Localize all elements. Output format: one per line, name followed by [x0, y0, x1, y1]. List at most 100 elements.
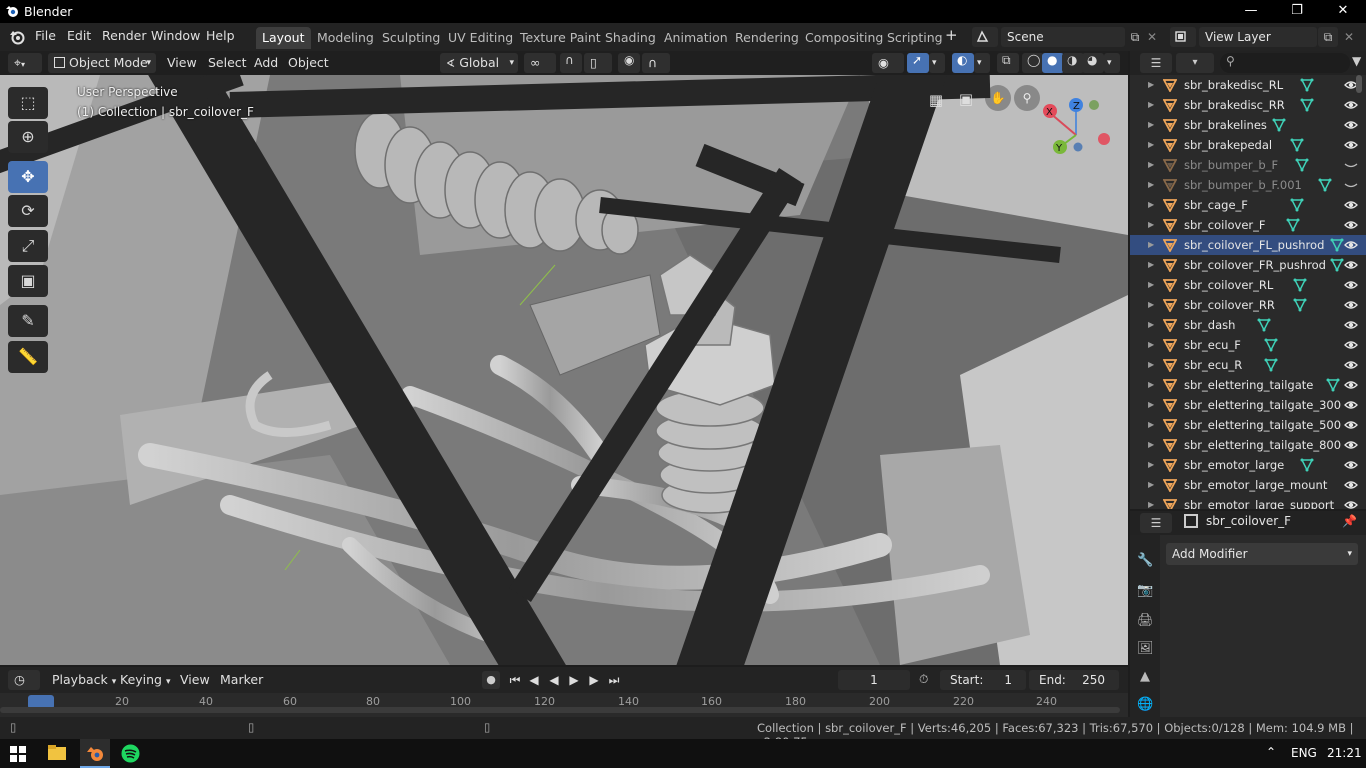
- jump-start-button[interactable]: ⏮: [506, 671, 524, 689]
- outliner-row[interactable]: ▶ sbr_coilover_FL_pushrod: [1130, 235, 1366, 255]
- outliner-row[interactable]: ▶ sbr_cage_F: [1130, 195, 1366, 215]
- toggle-camera-view-grid-icon[interactable]: ▦: [925, 89, 947, 111]
- file-explorer-icon[interactable]: [47, 744, 67, 762]
- eye-icon[interactable]: [1344, 458, 1358, 472]
- snap-target-dropdown[interactable]: ▯: [584, 53, 612, 73]
- proportional-editing-toggle[interactable]: ◉: [618, 53, 640, 73]
- transform-orientation-dropdown[interactable]: ∢ Global ▾: [440, 53, 518, 73]
- overlays-dropdown[interactable]: ▾: [974, 53, 990, 73]
- expand-triangle-icon[interactable]: ▶: [1148, 95, 1154, 115]
- outliner-row[interactable]: ▶ sbr_emotor_large_support: [1130, 495, 1366, 509]
- outliner-row[interactable]: ▶ sbr_elettering_tailgate_300: [1130, 395, 1366, 415]
- taskbar-clock[interactable]: 21:21: [1327, 746, 1362, 760]
- expand-triangle-icon[interactable]: ▶: [1148, 135, 1154, 155]
- expand-triangle-icon[interactable]: ▶: [1148, 355, 1154, 375]
- eye-icon[interactable]: [1344, 198, 1358, 212]
- input-language-indicator[interactable]: ENG: [1291, 746, 1317, 760]
- mesh-data-icon[interactable]: [1257, 318, 1271, 332]
- add-workspace-plus-icon[interactable]: +: [945, 26, 958, 44]
- tab-rendering[interactable]: Rendering: [729, 27, 805, 49]
- camera-view-icon[interactable]: ▣: [954, 87, 978, 111]
- eye-icon[interactable]: [1344, 478, 1358, 492]
- render-camera-tab-icon[interactable]: 📷: [1137, 583, 1153, 599]
- expand-triangle-icon[interactable]: ▶: [1148, 115, 1154, 135]
- mesh-data-icon[interactable]: [1330, 258, 1344, 272]
- 3d-viewport[interactable]: User Perspective (1) Collection | sbr_co…: [0, 75, 1128, 665]
- expand-triangle-icon[interactable]: ▶: [1148, 75, 1154, 95]
- navigation-axis-gizmo[interactable]: Z X Y: [1040, 95, 1112, 159]
- mesh-data-icon[interactable]: [1330, 238, 1344, 252]
- timeline-marker-menu[interactable]: Marker: [216, 670, 267, 690]
- windows-start-icon[interactable]: [10, 746, 26, 762]
- tab-compositing[interactable]: Compositing: [799, 27, 889, 49]
- expand-triangle-icon[interactable]: ▶: [1148, 215, 1154, 235]
- properties-editor-type-button[interactable]: ☰: [1140, 513, 1172, 533]
- eye-icon[interactable]: [1344, 238, 1358, 252]
- mesh-data-icon[interactable]: [1293, 298, 1307, 312]
- eye-icon[interactable]: [1344, 118, 1358, 132]
- new-view-layer-copy-icon[interactable]: ⧉: [1318, 27, 1338, 47]
- eye-icon[interactable]: [1344, 398, 1358, 412]
- mesh-data-icon[interactable]: [1318, 178, 1332, 192]
- mesh-data-icon[interactable]: [1300, 458, 1314, 472]
- menu-add[interactable]: Add: [250, 53, 282, 73]
- menu-window[interactable]: Window: [151, 28, 200, 43]
- delete-view-layer-x-icon[interactable]: ✕: [1342, 27, 1356, 47]
- move-tool[interactable]: ✥: [8, 161, 48, 193]
- eye-icon[interactable]: [1344, 298, 1358, 312]
- next-keyframe-button[interactable]: ▶: [585, 671, 603, 689]
- start-frame-field[interactable]: Start: 1: [940, 670, 1026, 690]
- scale-tool[interactable]: ⤢: [8, 230, 48, 262]
- mesh-data-icon[interactable]: [1300, 78, 1314, 92]
- eye-icon[interactable]: [1344, 98, 1358, 112]
- eye-icon[interactable]: [1344, 378, 1358, 392]
- eye-closed-icon[interactable]: [1344, 158, 1358, 172]
- minimize-button[interactable]: —: [1228, 0, 1274, 23]
- outliner-view-dropdown[interactable]: ▾: [1176, 53, 1214, 73]
- output-printer-tab-icon[interactable]: 🖨: [1137, 613, 1154, 629]
- spotify-icon[interactable]: [121, 744, 140, 763]
- maximize-button[interactable]: ❐: [1274, 0, 1320, 23]
- wireframe-shading-button[interactable]: ◯: [1022, 53, 1044, 73]
- snap-toggle[interactable]: ∩: [560, 53, 582, 73]
- new-scene-copy-icon[interactable]: ⧉: [1126, 27, 1144, 47]
- prev-keyframe-button[interactable]: ◀: [525, 671, 543, 689]
- play-button[interactable]: ▶: [565, 671, 583, 689]
- cursor-tool[interactable]: ⊕: [8, 121, 48, 153]
- expand-triangle-icon[interactable]: ▶: [1148, 435, 1154, 455]
- mesh-data-icon[interactable]: [1290, 198, 1304, 212]
- expand-triangle-icon[interactable]: ▶: [1148, 495, 1154, 509]
- xray-toggle[interactable]: ⧉: [997, 53, 1019, 73]
- overlays-toggle[interactable]: ◐: [952, 53, 974, 73]
- eye-icon[interactable]: [1344, 338, 1358, 352]
- timeline-scrollbar[interactable]: [0, 707, 1120, 713]
- record-button[interactable]: ●: [482, 671, 500, 689]
- outliner-row[interactable]: ▶ sbr_brakedisc_RL: [1130, 75, 1366, 95]
- tool-wrench-tab-icon[interactable]: 🔧: [1137, 553, 1153, 569]
- mode-dropdown[interactable]: Object Mode ▾: [48, 53, 156, 73]
- delete-scene-x-icon[interactable]: ✕: [1145, 27, 1159, 47]
- timeline-editor-type-button[interactable]: ◷: [8, 670, 40, 690]
- mesh-data-icon[interactable]: [1272, 118, 1286, 132]
- view-layer-field[interactable]: View Layer: [1199, 27, 1317, 47]
- scene-tab-icon[interactable]: ▲: [1137, 669, 1153, 685]
- solid-shading-button[interactable]: ●: [1042, 53, 1064, 73]
- eye-icon[interactable]: [1344, 438, 1358, 452]
- pivot-point-dropdown[interactable]: ∞: [524, 53, 556, 73]
- outliner-row[interactable]: ▶ sbr_bumper_b_F.001: [1130, 175, 1366, 195]
- expand-triangle-icon[interactable]: ▶: [1148, 175, 1154, 195]
- gizmo-dropdown[interactable]: ▾: [929, 53, 945, 73]
- mesh-data-icon[interactable]: [1264, 338, 1278, 352]
- editor-type-button[interactable]: ⌖▾: [8, 53, 42, 73]
- expand-triangle-icon[interactable]: ▶: [1148, 335, 1154, 355]
- mesh-data-icon[interactable]: [1290, 138, 1304, 152]
- rotate-tool[interactable]: ⟳: [8, 195, 48, 227]
- outliner-row[interactable]: ▶ sbr_coilover_F: [1130, 215, 1366, 235]
- stopwatch-icon[interactable]: ⏱: [919, 672, 928, 687]
- timeline-frame-ruler[interactable]: 120406080100120140160180200220240: [0, 693, 1128, 717]
- tab-animation[interactable]: Animation: [658, 27, 734, 49]
- expand-triangle-icon[interactable]: ▶: [1148, 415, 1154, 435]
- outliner-row[interactable]: ▶ sbr_ecu_F: [1130, 335, 1366, 355]
- zoom-magnifier-icon[interactable]: ⚲: [1014, 85, 1040, 111]
- tab-texture-paint[interactable]: Texture Paint: [514, 27, 607, 49]
